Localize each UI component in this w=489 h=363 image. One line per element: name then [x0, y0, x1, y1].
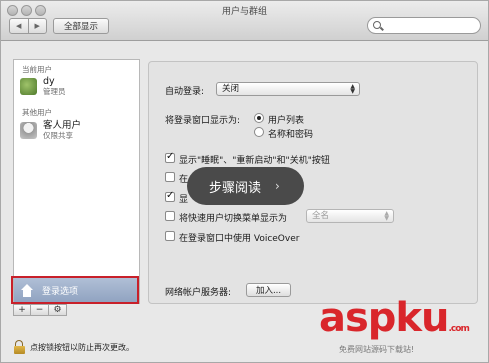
login-window-label: 将登录窗口显示为:	[165, 116, 241, 126]
join-button[interactable]: 加入...	[246, 283, 291, 297]
step-reading-label: 步骤阅读	[209, 180, 262, 196]
radio-user-list[interactable]	[254, 113, 264, 123]
watermark-subtitle: 免费网站源码下载站!	[339, 345, 415, 354]
other-users-section-label: 其他用户	[22, 108, 52, 117]
watermark-suffix: .com	[448, 324, 470, 334]
user-role: 仅限共享	[43, 131, 73, 140]
checkbox-password-hints-label: 显	[179, 195, 189, 205]
gear-icon[interactable]: ⚙	[49, 304, 67, 316]
fast-switch-value: 全名	[312, 211, 330, 221]
watermark-logo: aspku.com	[319, 295, 470, 349]
network-server-label: 网络帐户服务器:	[165, 288, 232, 298]
checkbox-voiceover[interactable]	[165, 231, 175, 241]
back-button[interactable]: ◀	[10, 19, 28, 33]
user-role: 管理员	[43, 87, 66, 96]
user-item-guest[interactable]: 客人用户 仅限共享	[20, 121, 135, 143]
step-reading-overlay[interactable]: 步骤阅读 ›	[187, 167, 304, 205]
guest-avatar	[20, 122, 37, 139]
avatar	[20, 78, 37, 95]
checkbox-fast-user-switch[interactable]	[165, 211, 175, 221]
users-groups-window: 用户与群组 ◀ ▶ 全部显示 当前用户 dy 管理员 其他用户 客人用户 仅限共…	[0, 0, 489, 363]
checkbox-password-hints[interactable]	[165, 190, 175, 202]
search-icon	[373, 21, 381, 29]
user-name: dy	[43, 76, 55, 87]
select-arrows-icon: ▲ ▼	[384, 210, 389, 222]
checkbox-show-buttons-label: 显示"睡眠"、"重新启动"和"关机"按钮	[179, 156, 330, 166]
checkbox-show-buttons[interactable]	[165, 151, 175, 163]
checkbox-input-menu[interactable]	[165, 172, 175, 182]
radio-name-password[interactable]	[254, 127, 264, 137]
radio-user-list-label: 用户列表	[268, 116, 305, 126]
select-arrows-icon: ▲ ▼	[350, 83, 355, 95]
title-bar: 用户与群组 ◀ ▶ 全部显示	[1, 1, 488, 41]
checkbox-voiceover-label: 在登录窗口中使用 VoiceOver	[179, 234, 300, 244]
fast-switch-select[interactable]: 全名 ▲ ▼	[306, 209, 394, 223]
user-item-dy[interactable]: dy 管理员	[20, 77, 135, 99]
add-user-button[interactable]: +	[13, 304, 31, 316]
lock-icon[interactable]	[14, 340, 25, 354]
sidebar-toolbar: + − ⚙	[13, 304, 140, 316]
chevron-right-icon: ›	[275, 179, 280, 193]
current-user-section-label: 当前用户	[22, 65, 52, 74]
auto-login-label: 自动登录:	[165, 87, 205, 97]
search-field[interactable]	[367, 17, 481, 34]
watermark-text: aspku	[319, 295, 450, 341]
show-all-button[interactable]: 全部显示	[53, 18, 109, 34]
highlight-box	[11, 276, 139, 304]
checkbox-fast-user-switch-label: 将快速用户切换菜单显示为	[179, 214, 288, 224]
window-title: 用户与群组	[221, 7, 267, 17]
auto-login-value: 关闭	[222, 84, 240, 94]
user-name: 客人用户	[43, 120, 82, 131]
lock-hint-text: 点按锁按钮以防止再次更改。	[30, 343, 134, 352]
nav-button-group: ◀ ▶	[9, 18, 47, 34]
remove-user-button[interactable]: −	[31, 304, 49, 316]
radio-name-password-label: 名称和密码	[268, 130, 314, 140]
user-sidebar: 当前用户 dy 管理员 其他用户 客人用户 仅限共享 登录选项	[13, 59, 140, 304]
forward-button[interactable]: ▶	[27, 19, 47, 33]
auto-login-select[interactable]: 关闭 ▲ ▼	[216, 82, 360, 96]
